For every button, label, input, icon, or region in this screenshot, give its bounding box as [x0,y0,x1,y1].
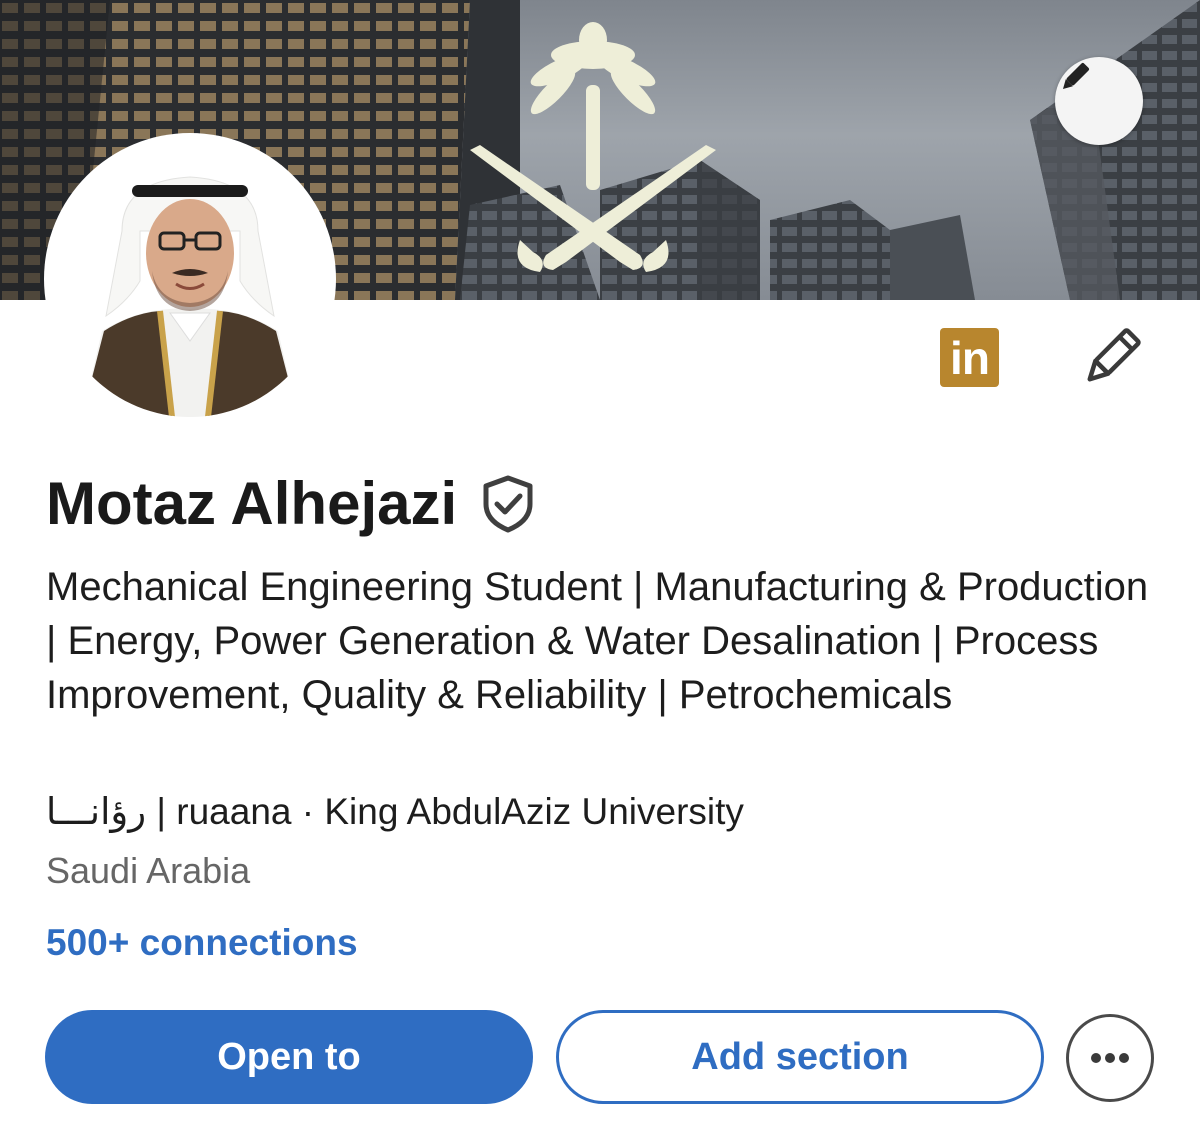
profile-location: Saudi Arabia [46,850,251,891]
more-horizontal-icon [1091,1053,1129,1063]
profile-headline: Mechanical Engineering Student | Manufac… [46,565,1149,717]
more-button[interactable] [1066,1014,1154,1102]
add-section-button[interactable]: Add section [556,1010,1044,1104]
linkedin-badge-icon[interactable]: in [940,328,999,387]
connections-link[interactable]: 500+ connections [46,918,358,968]
pencil-icon [1087,328,1141,382]
profile-name: Motaz Alhejazi [46,470,458,537]
avatar[interactable] [52,141,328,417]
edit-profile-button[interactable] [1078,325,1144,391]
profile-photo [52,141,328,417]
pencil-icon [1062,62,1090,90]
add-section-label: Add section [691,1035,909,1078]
open-to-button[interactable]: Open to [45,1010,533,1104]
open-to-label: Open to [217,1035,361,1078]
profile-name-row: Motaz Alhejazi [46,466,535,542]
edit-banner-button[interactable] [1055,57,1143,145]
verified-shield-icon[interactable] [481,475,535,533]
profile-education[interactable]: رؤانـــا | ruaana · King AbdulAziz Unive… [46,787,744,837]
